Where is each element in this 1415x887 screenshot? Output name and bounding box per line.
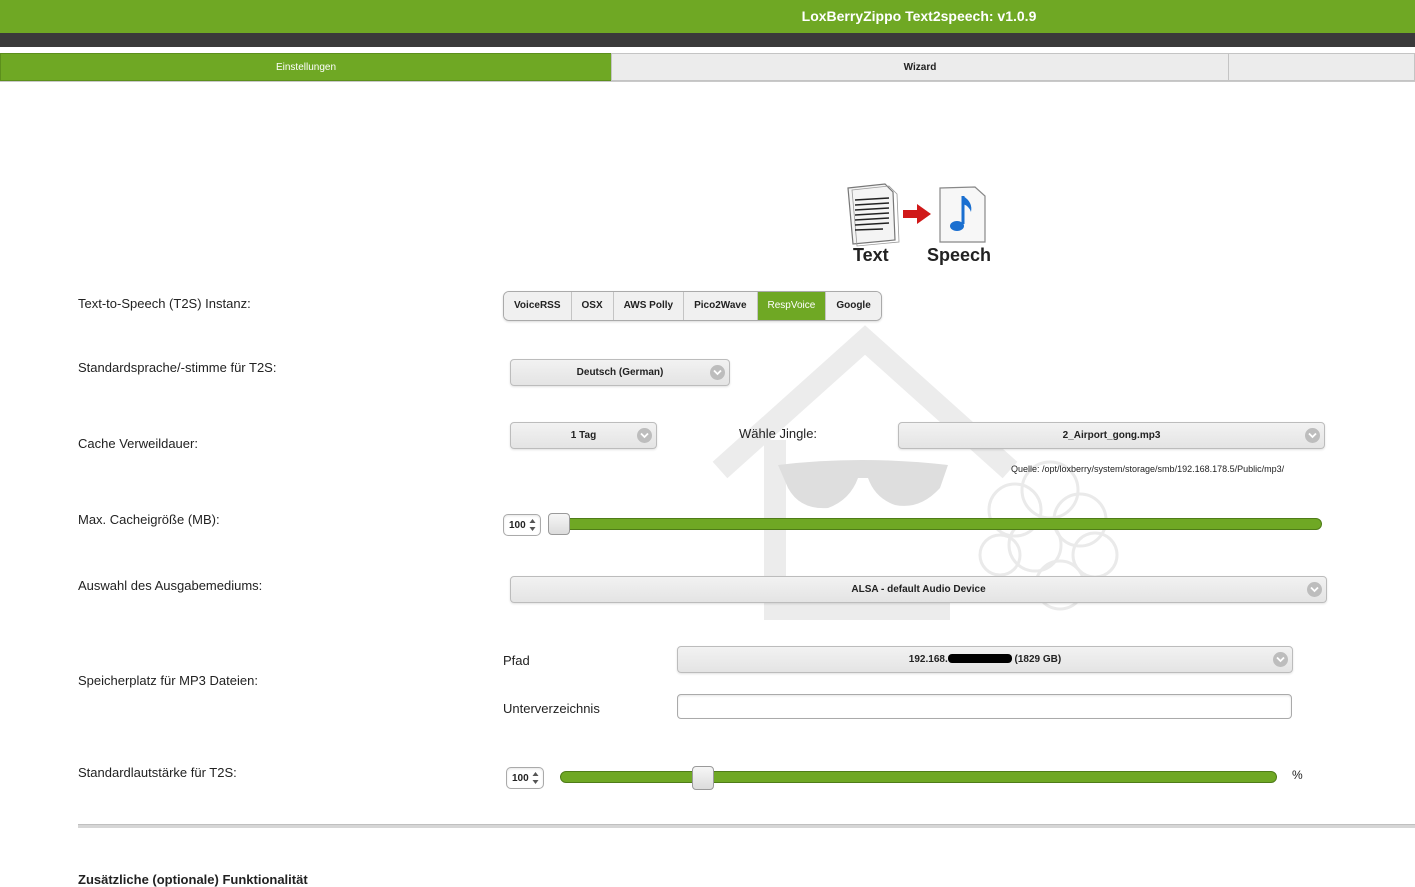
t2s-option-voicerss[interactable]: VoiceRSS	[504, 292, 572, 320]
volume-slider-track[interactable]	[560, 771, 1277, 783]
t2s-option-pico2wave[interactable]: Pico2Wave	[684, 292, 758, 320]
cache-duration-label: Cache Verweildauer:	[78, 436, 198, 451]
cache-size-slider-thumb[interactable]	[548, 513, 570, 535]
chevron-down-icon	[1307, 582, 1322, 597]
output-medium-value: ALSA - default Audio Device	[851, 584, 986, 595]
section-divider	[78, 824, 1415, 828]
header-divider-bar	[0, 33, 1415, 47]
chevron-down-icon	[710, 365, 725, 380]
storage-label: Speicherplatz für MP3 Dateien:	[78, 673, 258, 688]
cache-size-slider-track[interactable]	[549, 518, 1322, 530]
volume-value: 100	[512, 773, 529, 784]
nav-bar: Einstellungen Wizard	[0, 53, 1415, 82]
path-label: Pfad	[503, 653, 530, 668]
volume-stepper[interactable]: 100	[506, 767, 544, 789]
language-label: Standardsprache/-stimme für T2S:	[78, 360, 277, 375]
chevron-down-icon	[637, 428, 652, 443]
volume-unit: %	[1292, 768, 1303, 782]
path-suffix: (1829 GB)	[1014, 654, 1062, 665]
cache-size-value: 100	[509, 520, 526, 531]
path-prefix: 192.168.	[908, 654, 948, 665]
cache-size-label: Max. Cacheigröße (MB):	[78, 512, 220, 527]
chevron-down-icon	[1273, 652, 1288, 667]
logo-text-label: Text	[853, 245, 889, 265]
volume-label: Standardlautstärke für T2S:	[78, 765, 237, 780]
tab-einstellungen[interactable]: Einstellungen	[0, 53, 612, 81]
t2s-option-aws-polly[interactable]: AWS Polly	[613, 292, 685, 320]
path-select[interactable]: 192.168. (1829 GB)	[677, 646, 1293, 673]
spinner-arrows-icon[interactable]	[532, 771, 539, 785]
tab-extra[interactable]	[1228, 53, 1415, 81]
logo-speech-label: Speech	[927, 245, 992, 265]
app-title: LoxBerryZippo Text2speech: v1.0.9	[801, 8, 1037, 24]
chevron-down-icon	[1305, 428, 1320, 443]
cache-duration-select[interactable]: 1 Tag	[510, 422, 657, 449]
volume-slider-thumb[interactable]	[692, 766, 714, 790]
t2s-option-respvoice[interactable]: RespVoice	[757, 292, 827, 320]
jingle-label: Wähle Jingle:	[739, 426, 818, 441]
language-select[interactable]: Deutsch (German)	[510, 359, 730, 386]
cache-size-stepper[interactable]: 100	[503, 514, 541, 536]
app-header: LoxBerryZippo Text2speech: v1.0.9	[0, 0, 1415, 34]
subdirectory-label: Unterverzeichnis	[503, 701, 600, 716]
redacted-ip-block	[947, 654, 1012, 663]
t2s-instance-label: Text-to-Speech (T2S) Instanz:	[78, 296, 251, 311]
language-select-value: Deutsch (German)	[576, 367, 664, 378]
t2s-option-google[interactable]: Google	[826, 292, 881, 320]
jingle-select-value: 2_Airport_gong.mp3	[1062, 430, 1161, 441]
output-medium-select[interactable]: ALSA - default Audio Device	[510, 576, 1327, 603]
t2s-instance-segmented-control: VoiceRSS OSX AWS Polly Pico2Wave RespVoi…	[503, 291, 882, 321]
output-medium-label: Auswahl des Ausgabemediums:	[78, 578, 263, 593]
spinner-arrows-icon[interactable]	[529, 518, 536, 532]
subdirectory-input[interactable]	[677, 694, 1292, 719]
jingle-select[interactable]: 2_Airport_gong.mp3	[898, 422, 1325, 449]
cache-duration-value: 1 Tag	[570, 430, 597, 441]
t2s-option-osx[interactable]: OSX	[571, 292, 614, 320]
tab-wizard[interactable]: Wizard	[611, 53, 1229, 81]
jingle-source-path: Quelle: /opt/loxberry/system/storage/smb…	[1011, 464, 1285, 474]
